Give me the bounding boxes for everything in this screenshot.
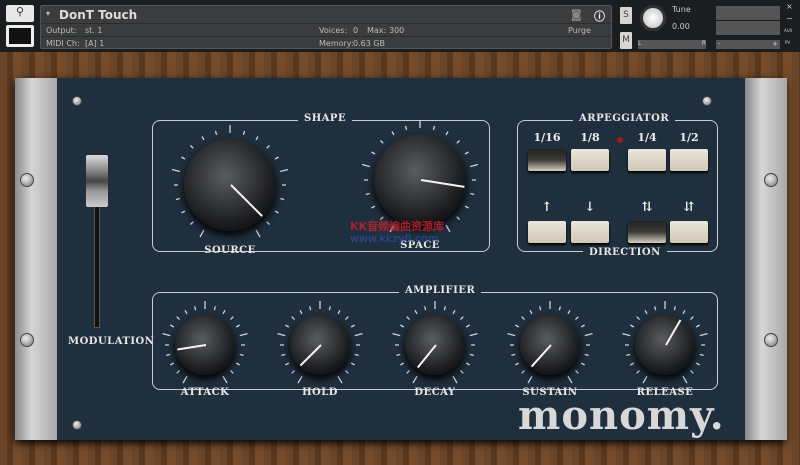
instrument-name[interactable]: DonT Touch bbox=[59, 8, 137, 22]
decay-label: DECAY bbox=[414, 387, 456, 398]
vol-plus: + bbox=[772, 40, 778, 48]
knob-pointer bbox=[417, 344, 437, 368]
screw-icon bbox=[20, 173, 34, 187]
pv-button[interactable]: PV bbox=[785, 40, 790, 45]
max-label: Max: bbox=[367, 26, 387, 35]
watermark-url: www.kkzy8.com bbox=[350, 232, 439, 245]
release-knob[interactable] bbox=[635, 315, 695, 375]
attack-label: ATTACK bbox=[180, 387, 230, 398]
direction-button-3[interactable] bbox=[670, 221, 708, 243]
kontakt-header: ⚲ ▾ DonT Touch Output: st. 1 MIDI Ch: [A… bbox=[0, 0, 800, 52]
space-knob[interactable] bbox=[374, 134, 466, 226]
aux-button[interactable]: AUX bbox=[784, 28, 792, 33]
release-scale bbox=[622, 301, 708, 384]
source-label: SOURCE bbox=[204, 245, 256, 256]
left-rack-ear bbox=[15, 78, 57, 440]
hold-label: HOLD bbox=[302, 387, 338, 398]
screw-icon bbox=[764, 173, 778, 187]
amplifier-title: AMPLIFIER bbox=[399, 285, 482, 296]
knob-pointer bbox=[531, 344, 552, 367]
output-value[interactable]: st. 1 bbox=[85, 26, 102, 35]
direction-icon: ↑ bbox=[541, 200, 553, 215]
arp-led bbox=[617, 137, 623, 143]
rate-button-3[interactable] bbox=[670, 149, 708, 171]
solo-button[interactable]: S bbox=[620, 7, 632, 24]
shape-title: SHAPE bbox=[298, 113, 353, 124]
mute-button[interactable]: M bbox=[620, 32, 632, 49]
level-meter-right bbox=[716, 21, 780, 35]
midi-label: MIDI Ch: bbox=[46, 39, 80, 48]
voices-label: Voices: bbox=[319, 26, 348, 35]
tune-value[interactable]: 0.00 bbox=[672, 22, 690, 31]
knob-pointer bbox=[300, 344, 322, 366]
voices-value: 0 bbox=[353, 26, 359, 35]
decay-knob[interactable] bbox=[405, 315, 465, 375]
screw-icon bbox=[72, 420, 82, 430]
knob-pointer bbox=[665, 319, 682, 346]
midi-value[interactable]: [A] 1 bbox=[85, 39, 104, 48]
rate-button-1[interactable] bbox=[571, 149, 609, 171]
rate-label: 1/8 bbox=[580, 131, 600, 144]
attack-knob[interactable] bbox=[175, 315, 235, 375]
max-value: 300 bbox=[389, 26, 405, 35]
collapse-icon[interactable]: ▾ bbox=[46, 9, 50, 18]
memory-value: 0.63 GB bbox=[353, 39, 386, 48]
arpeggiator-title: ARPEGGIATOR bbox=[573, 113, 676, 124]
vol-minus: - bbox=[718, 40, 721, 48]
screw-icon bbox=[20, 333, 34, 347]
wrench-icon[interactable]: ⚲ bbox=[6, 5, 34, 22]
tune-knob[interactable] bbox=[640, 5, 666, 31]
brand-logo: monomy. bbox=[518, 392, 725, 439]
rate-button-2[interactable] bbox=[628, 149, 666, 171]
rate-label: 1/4 bbox=[637, 131, 657, 144]
purge-button[interactable]: Purge bbox=[568, 26, 591, 35]
camera-icon[interactable]: ◙ bbox=[571, 8, 582, 21]
tune-label: Tune bbox=[672, 5, 691, 14]
right-rack-ear bbox=[745, 78, 787, 440]
knob-pointer bbox=[177, 344, 207, 351]
volume-slider[interactable]: - + bbox=[716, 40, 780, 49]
knob-pointer bbox=[230, 184, 263, 217]
instrument-icon[interactable] bbox=[6, 25, 34, 47]
sustain-knob[interactable] bbox=[520, 315, 580, 375]
hold-knob[interactable] bbox=[290, 315, 350, 375]
direction-icon: ⇵ bbox=[683, 200, 695, 215]
screw-icon bbox=[702, 96, 712, 106]
output-label: Output: bbox=[46, 26, 77, 35]
pan-left-label: L bbox=[638, 40, 642, 47]
knob-pointer bbox=[420, 179, 465, 188]
screw-icon bbox=[764, 333, 778, 347]
close-button[interactable]: × bbox=[786, 2, 793, 11]
modulation-label: MODULATION bbox=[68, 336, 155, 347]
source-knob[interactable] bbox=[184, 139, 276, 231]
direction-icon: ⇅ bbox=[641, 200, 653, 215]
screw-icon bbox=[72, 96, 82, 106]
info-icon[interactable]: ⓘ bbox=[594, 8, 605, 24]
direction-button-0[interactable] bbox=[528, 221, 566, 243]
direction-button-1[interactable] bbox=[571, 221, 609, 243]
direction-title: DIRECTION bbox=[583, 247, 667, 258]
direction-icon: ↓ bbox=[584, 200, 596, 215]
memory-label: Memory: bbox=[319, 39, 354, 48]
level-meter-left bbox=[716, 6, 780, 20]
modulation-handle[interactable] bbox=[86, 155, 108, 207]
instrument-rack: ▾ DonT Touch Output: st. 1 MIDI Ch: [A] … bbox=[40, 5, 612, 49]
rate-label: 1/16 bbox=[533, 131, 561, 144]
rate-button-0[interactable] bbox=[528, 149, 566, 171]
minimize-button[interactable]: − bbox=[786, 14, 793, 23]
pan-slider[interactable]: LR bbox=[638, 40, 706, 49]
pan-right-label: R bbox=[701, 40, 706, 47]
direction-button-2[interactable] bbox=[628, 221, 666, 243]
rate-label: 1/2 bbox=[679, 131, 699, 144]
